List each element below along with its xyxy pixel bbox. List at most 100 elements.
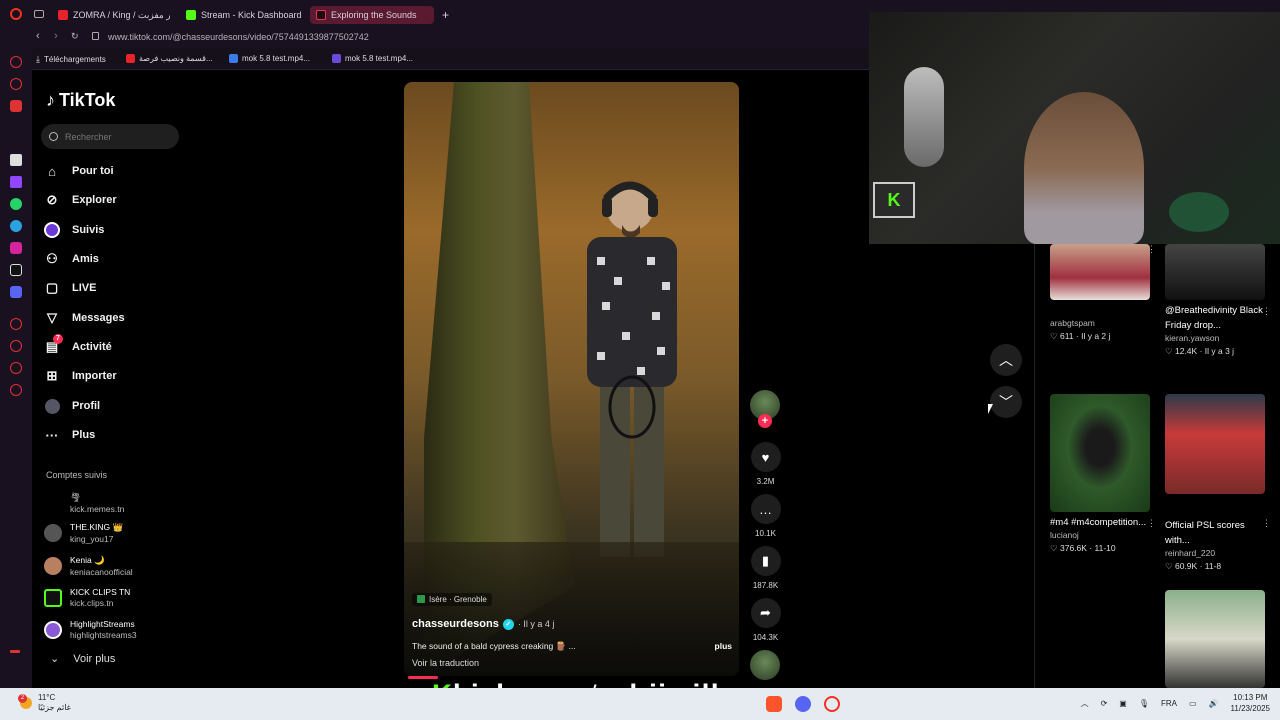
chevron-down-icon: ⌄ (50, 653, 60, 665)
nav-explorer[interactable]: ⊘ Explorer (44, 189, 117, 211)
player-icon[interactable] (10, 318, 22, 330)
tab-zomra[interactable]: ZOMRA / King / عطر مفزبت (52, 6, 170, 24)
more-options-icon[interactable]: ⋮ (1147, 244, 1156, 255)
search-box[interactable] (41, 124, 179, 149)
author-name[interactable]: chasseurdesons (412, 618, 499, 630)
language-indicator[interactable]: FRA (1161, 699, 1177, 708)
telegram-icon[interactable] (10, 220, 22, 232)
more-button[interactable]: plus (715, 641, 732, 652)
followed-account[interactable]: HighlightStreams highlightstreams3 (44, 619, 137, 640)
followed-account[interactable]: Kenia 🌙 keniacanoofficial (44, 555, 133, 577)
microphone-icon[interactable]: 🎙 (1139, 699, 1149, 708)
nav-plus[interactable]: ··· Plus (44, 424, 96, 446)
nav-importer[interactable]: ⊞ Importer (44, 365, 117, 387)
video-card[interactable]: ⋮ #m4 #m4competition... lucianoj ♡ 376.6… (1050, 394, 1156, 554)
video-card[interactable]: ⋮ Official PSL scores with... reinhard_2… (1165, 394, 1271, 572)
like-button[interactable]: ♥ 3.2M (750, 442, 781, 486)
settings-icon[interactable] (10, 384, 22, 396)
nav-live[interactable]: ▢ LIVE (44, 277, 97, 299)
youtube-icon[interactable] (10, 100, 22, 112)
video-player[interactable]: Isère · Grenoble chasseurdesons ✓ · Il y… (404, 82, 739, 676)
file-icon (229, 54, 238, 63)
activity-badge: 7 (53, 334, 63, 344)
bookmark-qisma[interactable]: قسمة ونصيب فرصة... (126, 54, 213, 63)
youtube-icon (58, 10, 68, 20)
save-button[interactable]: ▮ 187.8K (750, 546, 781, 590)
aria-icon[interactable] (10, 154, 22, 166)
tab-list-icon[interactable] (34, 10, 44, 18)
video-card[interactable]: ⋮ arabgtspam ♡ 611 · Il y a 2 j (1050, 244, 1156, 342)
discord-icon[interactable] (10, 286, 22, 298)
location-tag[interactable]: Isère · Grenoble (412, 592, 492, 606)
followed-account[interactable]: THE.KING 👑 king_you17 (44, 522, 123, 544)
chevron-up-icon[interactable]: ︿ (1081, 698, 1089, 709)
nav-pour-toi[interactable]: ⌂ Pour toi (44, 160, 114, 182)
new-tab-button[interactable]: + (436, 6, 452, 24)
twitch-icon[interactable] (10, 176, 22, 188)
profile-icon (44, 398, 60, 414)
camera-icon[interactable]: ▣ (1119, 699, 1127, 708)
search-input[interactable] (65, 131, 165, 142)
tiktok-logo[interactable]: ♪ TikTok (46, 90, 115, 111)
forward-icon[interactable]: › (54, 30, 58, 42)
whatsapp-icon[interactable] (10, 198, 22, 210)
tab-tiktok-active[interactable]: Exploring the Sounds (310, 6, 434, 24)
nav-amis[interactable]: ⚇ Amis (44, 248, 99, 270)
sync-icon[interactable]: ⟳ (1101, 699, 1108, 708)
bookmark-mok-2[interactable]: mok 5.8 test.mp4... (332, 54, 413, 63)
nav-messages[interactable]: ▽ Messages (44, 307, 125, 329)
discord-icon[interactable] (795, 696, 811, 712)
network-icon[interactable]: ▭ (1189, 699, 1197, 708)
video-description: The sound of a bald cypress creaking 🪵 .… (412, 641, 732, 652)
extensions-icon[interactable] (10, 362, 22, 374)
next-video-button[interactable]: ﹀ (990, 386, 1022, 418)
file-icon (332, 54, 341, 63)
more-options-icon[interactable]: ⋮ (1262, 518, 1271, 529)
reload-icon[interactable]: ↻ (71, 31, 79, 42)
video-actions: + ♥ 3.2M … 10.1K ▮ 187.8K ➦ 104.3K (748, 390, 784, 680)
volume-icon[interactable]: 🔊 (1209, 699, 1219, 708)
nav-suivis[interactable]: Suivis (44, 219, 104, 241)
url-field[interactable]: www.tiktok.com/@chasseurdesons/video/757… (108, 32, 369, 42)
messenger-icon[interactable] (10, 56, 22, 68)
chevron-down-icon: ﹀ (999, 394, 1013, 410)
video-thumbnail (1165, 590, 1265, 688)
previous-video-button[interactable]: ︿ (990, 344, 1022, 376)
share-button[interactable]: ➦ 104.3K (750, 598, 781, 642)
video-card[interactable] (1165, 590, 1265, 688)
opera-logo-icon[interactable] (10, 8, 22, 20)
more-icon[interactable] (10, 650, 20, 653)
history-icon[interactable] (10, 340, 22, 352)
clock[interactable]: 10:13 PM 11/23/2025 (1231, 692, 1270, 714)
back-icon[interactable]: ‹ (36, 30, 40, 42)
home-icon: ⌂ (48, 163, 56, 179)
nav-profil[interactable]: Profil (44, 395, 100, 417)
weather-widget[interactable]: 2 11°C غائم جزئيًا (18, 693, 71, 713)
video-card[interactable]: ⋮ @Breathedivinity Black Friday drop... … (1165, 244, 1271, 357)
upload-icon: ⊞ (46, 368, 58, 383)
brave-icon[interactable] (766, 696, 782, 712)
video-thumbnail (1050, 394, 1150, 512)
more-options-icon[interactable]: ⋮ (1147, 518, 1156, 529)
live-icon: ▢ (45, 280, 59, 295)
translate-link[interactable]: Voir la traduction (412, 658, 732, 668)
followed-account[interactable]: 🌪 kick.memes.tn (44, 492, 124, 514)
tab-kick-dashboard[interactable]: Stream - Kick Dashboard (180, 6, 306, 24)
followed-account[interactable]: KICK CLIPS TN kick.clips.tn (44, 587, 130, 608)
tiktok-icon[interactable] (10, 264, 22, 276)
nav-activite[interactable]: ▤ 7 Activité (44, 334, 112, 358)
post-time: · Il y a 4 j (517, 619, 555, 629)
more-options-icon[interactable]: ⋮ (1262, 306, 1271, 317)
instagram-icon[interactable] (10, 242, 22, 254)
comment-button[interactable]: … 10.1K (750, 494, 781, 538)
bookmark-mok-1[interactable]: mok 5.8 test.mp4... (229, 54, 310, 63)
author-row: chasseurdesons ✓ · Il y a 4 j (412, 618, 732, 630)
chat-icon[interactable] (10, 78, 22, 90)
share-icon: ➦ (750, 598, 781, 628)
see-more-button[interactable]: ⌄ Voir plus (50, 652, 115, 666)
streamer-webcam: K (869, 12, 1280, 244)
lock-icon (92, 32, 99, 40)
opera-icon[interactable] (824, 696, 840, 712)
bookmark-downloads[interactable]: ⤓ Téléchargements (36, 54, 106, 65)
follow-button[interactable]: + (758, 414, 772, 428)
